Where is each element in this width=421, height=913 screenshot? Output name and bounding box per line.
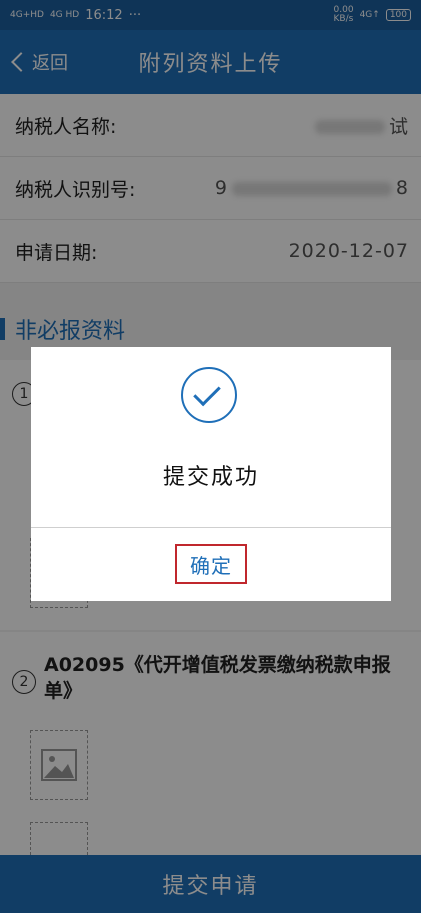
confirm-button[interactable]: 确定 [175, 544, 247, 584]
dialog-divider [31, 527, 391, 528]
checkmark-icon [181, 367, 237, 423]
dialog-message: 提交成功 [162, 465, 259, 490]
success-dialog: 提交成功 确定 [31, 347, 391, 601]
